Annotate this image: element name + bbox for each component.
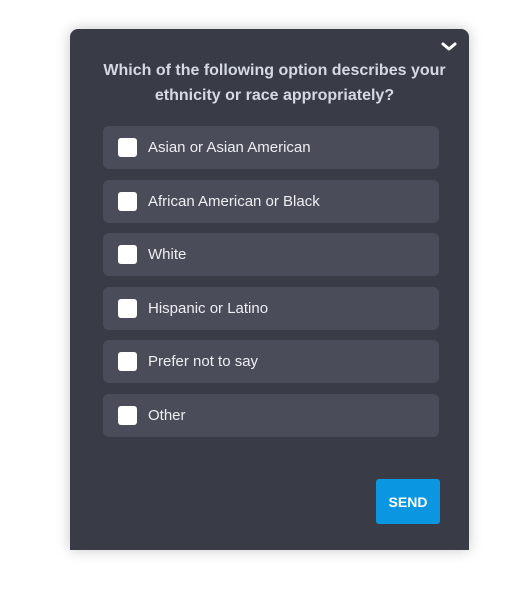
checkbox[interactable] [118, 138, 137, 157]
checkbox[interactable] [118, 352, 137, 371]
option-african-american[interactable]: African American or Black [103, 180, 439, 223]
option-other[interactable]: Other [103, 394, 439, 437]
option-asian[interactable]: Asian or Asian American [103, 126, 439, 169]
question-text: Which of the following option describes … [103, 62, 446, 104]
option-white[interactable]: White [103, 233, 439, 276]
checkbox[interactable] [118, 245, 137, 264]
send-button[interactable]: SEND [376, 479, 440, 524]
option-label: White [148, 246, 187, 263]
checkbox[interactable] [118, 192, 137, 211]
checkbox[interactable] [118, 406, 137, 425]
survey-panel: Which of the following option describes … [70, 29, 469, 550]
option-label: Asian or Asian American [148, 139, 311, 156]
option-prefer-not[interactable]: Prefer not to say [103, 340, 439, 383]
option-label: Hispanic or Latino [148, 300, 269, 317]
chevron-down-icon[interactable] [441, 41, 457, 53]
checkbox[interactable] [118, 299, 137, 318]
option-label: Other [148, 407, 186, 424]
option-hispanic[interactable]: Hispanic or Latino [103, 287, 439, 330]
option-label: Prefer not to say [148, 353, 259, 370]
option-label: African American or Black [148, 193, 320, 210]
